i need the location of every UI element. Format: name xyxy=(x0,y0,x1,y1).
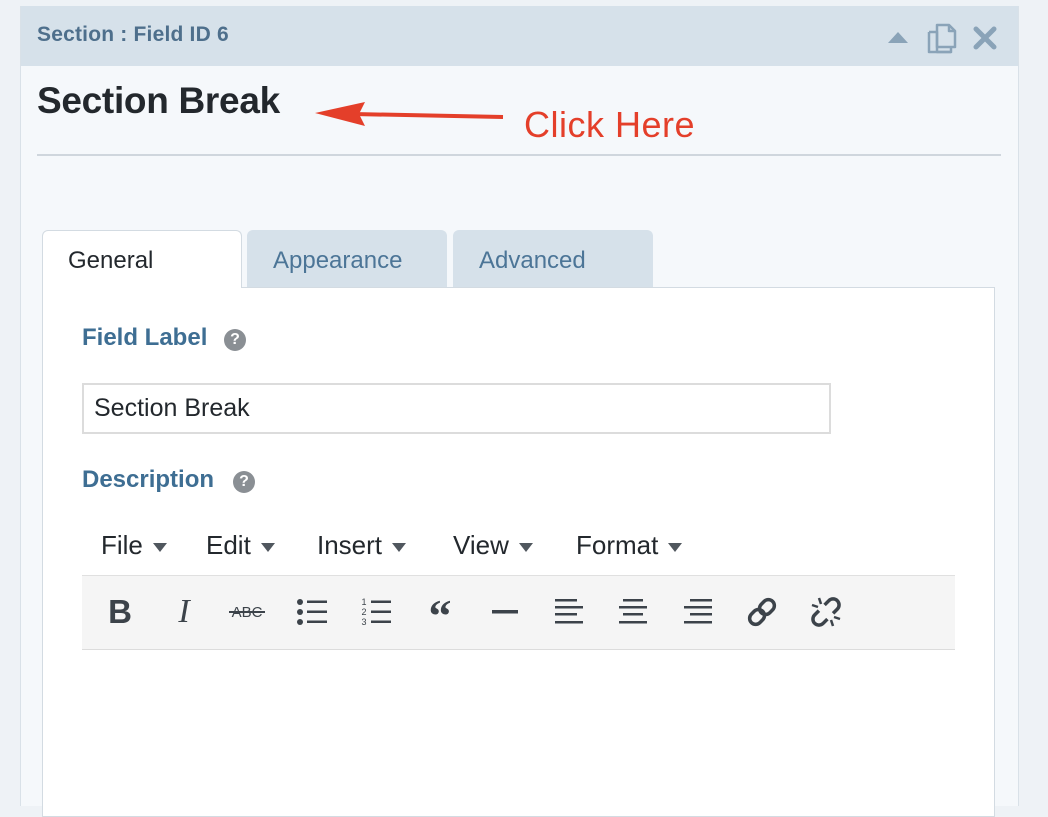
strikethrough-icon[interactable]: ABC xyxy=(223,588,271,636)
field-label-help-icon[interactable]: ? xyxy=(224,329,246,351)
caret-down-icon xyxy=(260,542,275,552)
tab-appearance[interactable]: Appearance xyxy=(247,230,447,287)
numbered-list-glyph-2: 2 xyxy=(361,607,366,617)
numbered-list-icon[interactable]: 1 2 3 xyxy=(352,588,400,636)
menu-edit-label: Edit xyxy=(206,530,251,560)
field-settings-panel: Section : Field ID 6 Section Break Click… xyxy=(20,6,1019,817)
caret-down-icon xyxy=(518,542,533,552)
caret-down-icon xyxy=(668,542,683,552)
align-right-icon[interactable] xyxy=(674,588,722,636)
tab-general[interactable]: General xyxy=(42,230,242,288)
align-center-icon[interactable] xyxy=(609,588,657,636)
italic-icon[interactable]: I xyxy=(160,588,208,636)
field-label-heading: Field Label xyxy=(82,324,208,351)
close-icon[interactable] xyxy=(971,24,999,52)
horizontal-line-icon[interactable] xyxy=(481,588,529,636)
menu-file[interactable]: File xyxy=(101,530,167,561)
menu-edit[interactable]: Edit xyxy=(206,530,275,561)
tab-general-label: General xyxy=(68,247,154,274)
tab-advanced[interactable]: Advanced xyxy=(453,230,653,287)
field-title[interactable]: Section Break xyxy=(37,80,280,122)
bold-icon[interactable]: B xyxy=(96,588,144,636)
menu-file-label: File xyxy=(101,530,143,560)
remove-link-icon[interactable] xyxy=(802,588,850,636)
menu-format[interactable]: Format xyxy=(576,530,683,561)
description-heading: Description xyxy=(82,466,215,493)
caret-down-icon xyxy=(152,542,167,552)
title-divider xyxy=(37,154,1001,156)
annotation-arrow-icon xyxy=(315,102,504,126)
align-left-icon[interactable] xyxy=(545,588,593,636)
duplicate-icon[interactable] xyxy=(924,20,960,56)
numbered-list-glyph-3: 3 xyxy=(361,617,366,627)
panel-header-title: Section : Field ID 6 xyxy=(37,23,229,46)
caret-down-icon xyxy=(392,542,407,552)
collapse-up-icon[interactable] xyxy=(887,30,909,44)
editor-toolbar: B I ABC 1 2 3 “ xyxy=(82,575,955,650)
field-label-input[interactable] xyxy=(82,383,831,434)
tab-appearance-label: Appearance xyxy=(273,247,403,274)
insert-link-icon[interactable] xyxy=(738,588,786,636)
menu-insert[interactable]: Insert xyxy=(317,530,407,561)
blockquote-icon[interactable]: “ xyxy=(416,588,464,636)
menu-view[interactable]: View xyxy=(453,530,533,561)
panel-header: Section : Field ID 6 xyxy=(21,6,1018,66)
numbered-list-glyph-1: 1 xyxy=(361,597,366,607)
bulleted-list-icon[interactable] xyxy=(288,588,336,636)
menu-format-label: Format xyxy=(576,530,659,560)
annotation-text: Click Here xyxy=(524,104,696,145)
blockquote-glyph: “ xyxy=(429,597,452,627)
tab-advanced-label: Advanced xyxy=(479,247,586,274)
menu-insert-label: Insert xyxy=(317,530,383,560)
description-help-icon[interactable]: ? xyxy=(233,471,255,493)
menu-view-label: View xyxy=(453,530,509,560)
